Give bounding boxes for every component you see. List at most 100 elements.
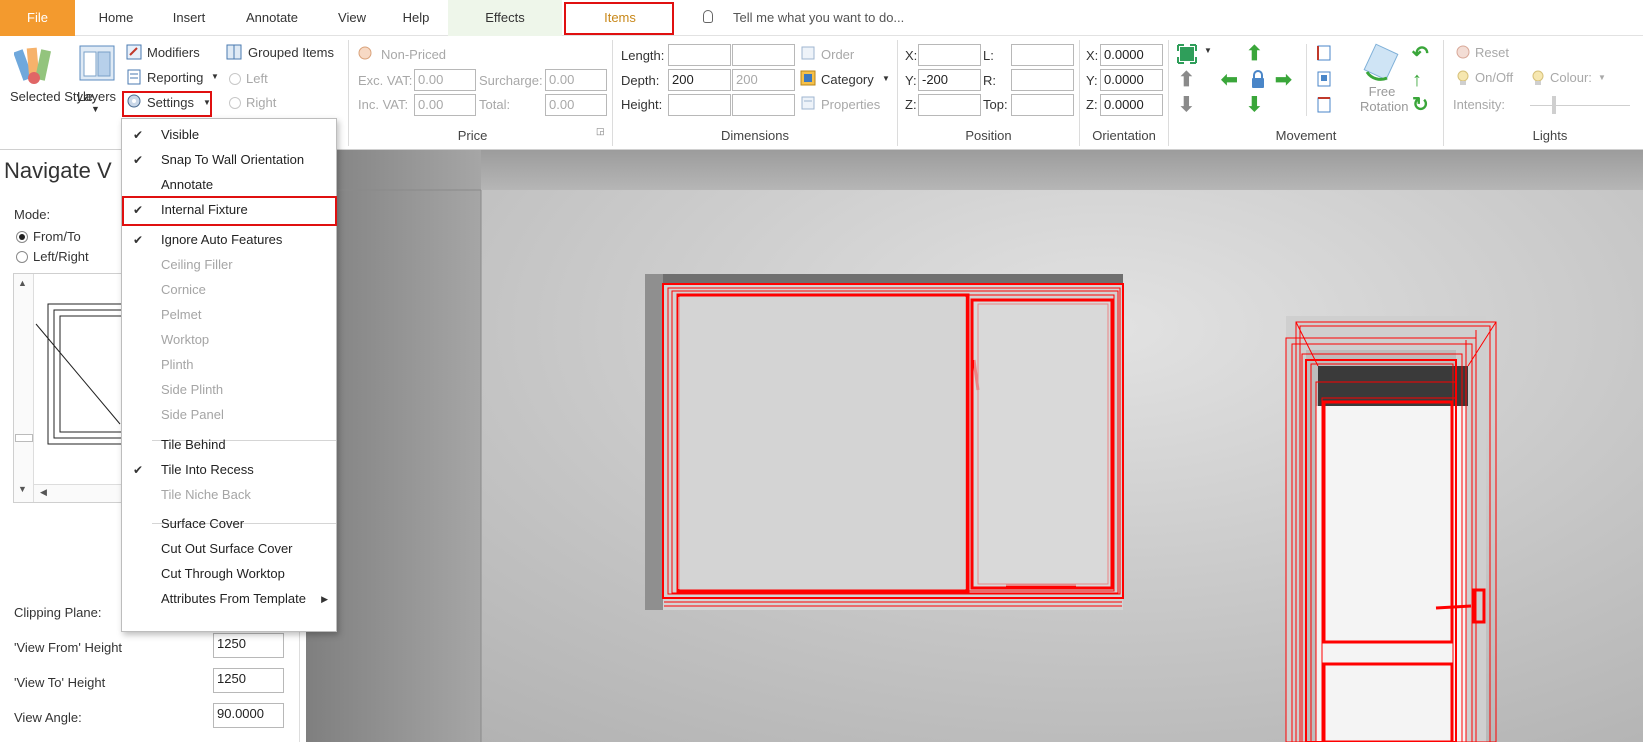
scroll-up-icon[interactable]: ▲	[18, 278, 27, 288]
move-down-grey-icon[interactable]: ⬇	[1178, 95, 1195, 115]
grouped-items-button[interactable]: Grouped Items	[248, 45, 334, 60]
position-y-field[interactable]: -200	[918, 69, 981, 91]
view-from-height-field[interactable]: 1250	[213, 633, 284, 658]
category-icon	[800, 70, 816, 86]
move-left-arrow-icon[interactable]: ⬅	[1221, 70, 1238, 90]
left-radio[interactable]	[229, 73, 241, 85]
free-rotation-button[interactable]: Free Rotation	[1360, 84, 1408, 114]
menu-item-tile-into-recess[interactable]: ✔ Tile Into Recess	[122, 457, 336, 483]
properties-button[interactable]: Properties	[821, 97, 880, 112]
colour-button[interactable]: Colour:	[1550, 70, 1592, 85]
menu-item-annotate[interactable]: Annotate	[122, 172, 336, 198]
reset-icon	[1456, 45, 1470, 59]
scroll-down-icon[interactable]: ▼	[18, 484, 27, 494]
tell-me-search[interactable]: Tell me what you want to do...	[733, 0, 904, 36]
move-right-arrow-icon[interactable]: ➡	[1275, 70, 1292, 90]
colour-dropdown-icon[interactable]: ▼	[1598, 73, 1606, 82]
height-field[interactable]	[668, 94, 731, 116]
orientation-z-field[interactable]: 0.0000	[1100, 94, 1163, 116]
mini-map-hscroll[interactable]	[34, 484, 122, 502]
fit-dropdown-icon[interactable]: ▼	[1204, 46, 1212, 55]
exc-vat-field[interactable]: 0.00	[414, 69, 476, 91]
category-button[interactable]: Category	[821, 72, 874, 87]
menu-item-cut-out-surface-cover[interactable]: Cut Out Surface Cover	[122, 536, 336, 562]
tab-view[interactable]: View	[320, 0, 384, 36]
3d-viewport[interactable]	[306, 150, 1643, 742]
tab-insert[interactable]: Insert	[158, 0, 220, 36]
non-priced-button[interactable]: Non-Priced	[381, 47, 446, 62]
menu-item-side-plinth[interactable]: Side Plinth	[122, 377, 336, 403]
position-l-field[interactable]	[1011, 44, 1074, 66]
menu-bar: File Home Insert Annotate View Help Effe…	[0, 0, 1643, 36]
on-off-button[interactable]: On/Off	[1475, 70, 1513, 85]
menu-item-side-panel[interactable]: Side Panel	[122, 402, 336, 428]
rotate-up-icon[interactable]: ↑	[1412, 70, 1422, 90]
tab-file[interactable]: File	[0, 0, 75, 36]
move-up-grey-icon[interactable]: ⬆	[1178, 70, 1195, 90]
menu-item-tile-behind[interactable]: Tile Behind	[122, 432, 336, 458]
position-x-field[interactable]	[918, 44, 981, 66]
menu-item-ignore-auto-features[interactable]: ✔ Ignore Auto Features	[122, 227, 336, 253]
move-back-arrow-icon[interactable]: ⬆	[1246, 44, 1263, 64]
menu-item-pelmet[interactable]: Pelmet	[122, 302, 336, 328]
tab-help[interactable]: Help	[388, 0, 444, 36]
reporting-button[interactable]: Reporting	[147, 70, 203, 85]
rotate-refresh-icon[interactable]: ↻	[1412, 95, 1429, 115]
price-dialog-launcher-icon[interactable]: ◲	[596, 126, 605, 137]
intensity-slider-thumb[interactable]	[1552, 96, 1556, 114]
rotate-left-icon[interactable]: ↶	[1412, 44, 1429, 64]
tab-effects[interactable]: Effects	[448, 0, 562, 36]
view-angle-field[interactable]: 90.0000	[213, 703, 284, 728]
depth-field-2[interactable]: 200	[732, 69, 795, 91]
menu-item-cut-through-worktop[interactable]: Cut Through Worktop	[122, 561, 336, 587]
intensity-slider-track[interactable]	[1530, 105, 1630, 106]
fit-selection-icon[interactable]	[1177, 44, 1197, 64]
tab-home[interactable]: Home	[84, 0, 148, 36]
orientation-y-label: Y:	[1086, 73, 1098, 88]
scroll-thumb[interactable]	[15, 434, 33, 442]
mini-map[interactable]: ▲ ▼ ◀	[13, 273, 123, 503]
menu-item-cornice[interactable]: Cornice	[122, 277, 336, 303]
menu-item-visible[interactable]: ✔ Visible	[122, 122, 336, 148]
menu-item-ceiling-filler[interactable]: Ceiling Filler	[122, 252, 336, 278]
position-z-field[interactable]	[918, 94, 981, 116]
total-field[interactable]: 0.00	[545, 94, 607, 116]
menu-item-snap-to-wall-orientation[interactable]: ✔ Snap To Wall Orientation	[122, 147, 336, 173]
lock-icon[interactable]	[1250, 70, 1266, 90]
scroll-left-icon[interactable]: ◀	[40, 487, 47, 498]
left-right-radio[interactable]	[16, 251, 28, 263]
layers-dropdown-icon[interactable]: ▼	[91, 104, 100, 114]
order-button[interactable]: Order	[821, 47, 854, 62]
height-field-2[interactable]	[732, 94, 795, 116]
order-icon	[801, 46, 815, 60]
reset-button[interactable]: Reset	[1475, 45, 1509, 60]
view-to-height-field[interactable]: 1250	[213, 668, 284, 693]
menu-item-plinth[interactable]: Plinth	[122, 352, 336, 378]
position-top-field[interactable]	[1011, 94, 1074, 116]
view-angle-label: View Angle:	[14, 710, 82, 725]
height-label: Height:	[621, 97, 663, 112]
length-field-2[interactable]	[732, 44, 795, 66]
orientation-y-field[interactable]: 0.0000	[1100, 69, 1163, 91]
intensity-label: Intensity:	[1453, 97, 1506, 112]
menu-item-surface-cover[interactable]: Surface Cover	[122, 511, 336, 537]
position-r-field[interactable]	[1011, 69, 1074, 91]
mini-map-scrollbar[interactable]	[14, 274, 34, 502]
menu-item-tile-niche-back[interactable]: Tile Niche Back	[122, 482, 336, 508]
orientation-x-field[interactable]: 0.0000	[1100, 44, 1163, 66]
menu-item-attributes-from-template[interactable]: Attributes From Template ▶	[122, 586, 336, 612]
move-forward-arrow-icon[interactable]: ⬇	[1246, 95, 1263, 115]
reporting-dropdown-icon[interactable]: ▼	[211, 72, 219, 81]
length-field[interactable]	[668, 44, 731, 66]
from-to-radio[interactable]	[16, 231, 28, 243]
inc-vat-field[interactable]: 0.00	[414, 94, 476, 116]
depth-field[interactable]: 200	[668, 69, 731, 91]
modifiers-button[interactable]: Modifiers	[147, 45, 200, 60]
tab-annotate[interactable]: Annotate	[232, 0, 312, 36]
surcharge-field[interactable]: 0.00	[545, 69, 607, 91]
menu-item-worktop[interactable]: Worktop	[122, 327, 336, 353]
layers-button[interactable]: Layers	[77, 89, 116, 104]
right-radio[interactable]	[229, 97, 241, 109]
category-dropdown-icon[interactable]: ▼	[882, 74, 890, 83]
align-icons[interactable]	[1316, 44, 1334, 114]
